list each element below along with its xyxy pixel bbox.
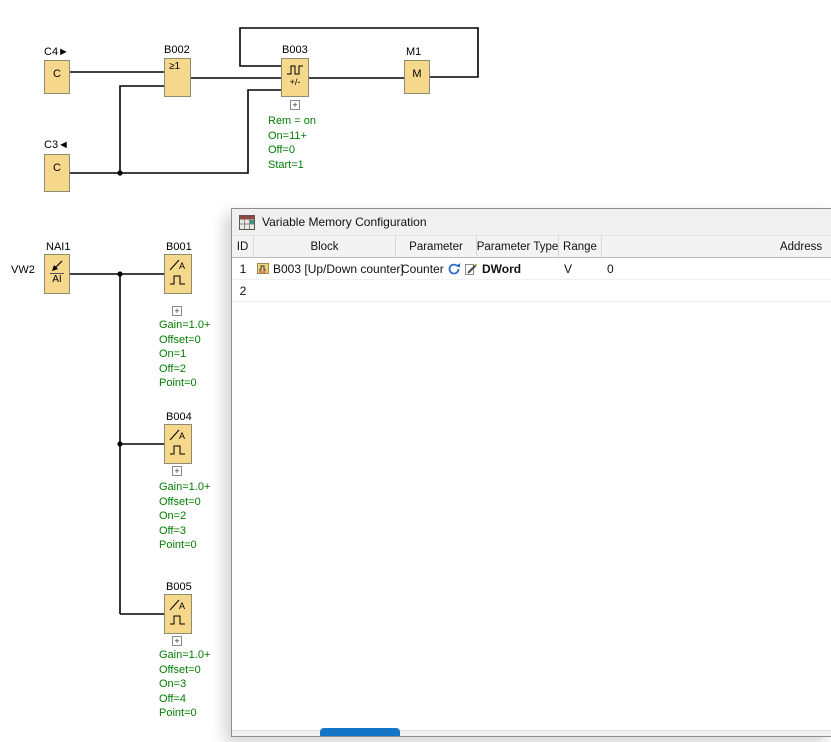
- param-line: Off=4: [159, 692, 210, 707]
- block-b003-updown-counter[interactable]: +/-: [281, 58, 309, 97]
- param-line: On=2: [159, 509, 210, 524]
- param-line: Offset=0: [159, 495, 210, 510]
- column-header-type[interactable]: Parameter Type: [477, 236, 559, 258]
- block-label-nai1: NAI1: [46, 241, 70, 253]
- counter-block-icon: [257, 262, 270, 275]
- row-address[interactable]: 0: [602, 258, 831, 280]
- param-line: On=1: [159, 347, 210, 362]
- svg-text:A: A: [179, 431, 185, 441]
- block-label-c4: C4►: [44, 46, 69, 58]
- table-row[interactable]: 2: [232, 280, 831, 302]
- edit-icon[interactable]: [464, 262, 478, 276]
- or-gate-symbol: ≥1: [165, 59, 190, 72]
- row-parameter-cell[interactable]: Counter: [396, 258, 477, 280]
- table-row[interactable]: 1 B003 [Up/Down counter] Counter: [232, 258, 831, 280]
- threshold-trigger-icon: A: [166, 257, 190, 291]
- row-address: [602, 280, 831, 302]
- threshold-trigger-icon: A: [166, 597, 190, 631]
- row-block-cell: [254, 280, 396, 302]
- expand-icon[interactable]: +: [172, 636, 182, 646]
- svg-text:A: A: [179, 601, 185, 611]
- column-header-parameter[interactable]: Parameter: [396, 236, 477, 258]
- refresh-icon[interactable]: [447, 262, 461, 276]
- row-id: 1: [232, 258, 254, 280]
- column-header-range[interactable]: Range: [559, 236, 602, 258]
- flag-symbol: M: [405, 61, 429, 80]
- svg-text:A: A: [179, 261, 185, 271]
- column-header-address[interactable]: Address: [602, 236, 831, 258]
- block-b005-analog-threshold[interactable]: A: [164, 594, 192, 634]
- vw2-operand-label: VW2: [11, 264, 35, 276]
- param-line: Offset=0: [159, 663, 210, 678]
- param-line: Gain=1.0+: [159, 318, 210, 333]
- cursor-key-symbol: C: [45, 61, 69, 80]
- param-line: On=3: [159, 677, 210, 692]
- row-param-type[interactable]: DWord: [477, 258, 559, 280]
- block-b004-analog-threshold[interactable]: A: [164, 424, 192, 464]
- row-parameter-cell[interactable]: [396, 280, 477, 302]
- ok-button-partial[interactable]: [320, 728, 400, 736]
- param-line: On=11+: [268, 129, 316, 144]
- block-label-m1: M1: [406, 46, 421, 58]
- param-line: Point=0: [159, 376, 210, 391]
- expand-icon[interactable]: +: [172, 306, 182, 316]
- row-block-cell: B003 [Up/Down counter]: [254, 258, 396, 280]
- dialog-titlebar[interactable]: Variable Memory Configuration: [232, 209, 831, 236]
- variable-memory-icon: [239, 215, 255, 230]
- row-id: 2: [232, 280, 254, 302]
- wire-junction-dot: [117, 170, 122, 175]
- b003-parameters: Rem = on On=11+ Off=0 Start=1: [268, 114, 316, 172]
- param-line: Offset=0: [159, 333, 210, 348]
- column-header-id[interactable]: ID: [232, 236, 254, 258]
- vm-table-header: ID Block Parameter Parameter Type Range …: [232, 236, 831, 258]
- counter-pulse-icon: [285, 63, 305, 76]
- dialog-title: Variable Memory Configuration: [262, 215, 427, 229]
- row-range: [559, 280, 602, 302]
- wire-junction-dot: [117, 441, 122, 446]
- threshold-trigger-icon: A: [166, 427, 190, 461]
- param-line: Off=2: [159, 362, 210, 377]
- block-b001-analog-threshold[interactable]: A: [164, 254, 192, 294]
- row-param-type: [477, 280, 559, 302]
- block-nai1-network-analog-input[interactable]: AI: [44, 254, 70, 294]
- row-range[interactable]: V: [559, 258, 602, 280]
- column-header-block[interactable]: Block: [254, 236, 396, 258]
- expand-icon[interactable]: +: [290, 100, 300, 110]
- block-name: B003 [Up/Down counter]: [273, 262, 404, 276]
- block-c3[interactable]: C: [44, 154, 70, 192]
- block-label-b003: B003: [282, 44, 308, 56]
- block-label-b001: B001: [166, 241, 192, 253]
- param-line: Off=3: [159, 524, 210, 539]
- analog-input-symbol: AI: [50, 273, 63, 285]
- input-arrow-icon: [49, 259, 65, 272]
- param-line: Point=0: [159, 706, 210, 721]
- param-line: Rem = on: [268, 114, 316, 129]
- b001-parameters: Gain=1.0+ Offset=0 On=1 Off=2 Point=0: [159, 318, 210, 391]
- param-line: Start=1: [268, 158, 316, 173]
- param-line: Gain=1.0+: [159, 480, 210, 495]
- block-label-b005: B005: [166, 581, 192, 593]
- block-label-c3: C3◄: [44, 139, 69, 151]
- param-line: Point=0: [159, 538, 210, 553]
- variable-memory-dialog: Variable Memory Configuration ID Block P…: [231, 208, 831, 737]
- wire-junction-dot: [117, 271, 122, 276]
- updown-symbol: +/-: [290, 77, 301, 87]
- cursor-key-symbol: C: [45, 155, 69, 174]
- b005-parameters: Gain=1.0+ Offset=0 On=3 Off=4 Point=0: [159, 648, 210, 721]
- block-label-b004: B004: [166, 411, 192, 423]
- param-line: Off=0: [268, 143, 316, 158]
- param-line: Gain=1.0+: [159, 648, 210, 663]
- parameter-value: Counter: [401, 262, 444, 276]
- fbd-editor-canvas: C4► C B002 ≥1 B003 +/- + Rem = on On=11+…: [0, 0, 831, 742]
- block-label-b002: B002: [164, 44, 190, 56]
- block-c4[interactable]: C: [44, 60, 70, 94]
- block-b002-or[interactable]: ≥1: [164, 58, 191, 97]
- block-m1-flag[interactable]: M: [404, 60, 430, 94]
- b004-parameters: Gain=1.0+ Offset=0 On=2 Off=3 Point=0: [159, 480, 210, 553]
- expand-icon[interactable]: +: [172, 466, 182, 476]
